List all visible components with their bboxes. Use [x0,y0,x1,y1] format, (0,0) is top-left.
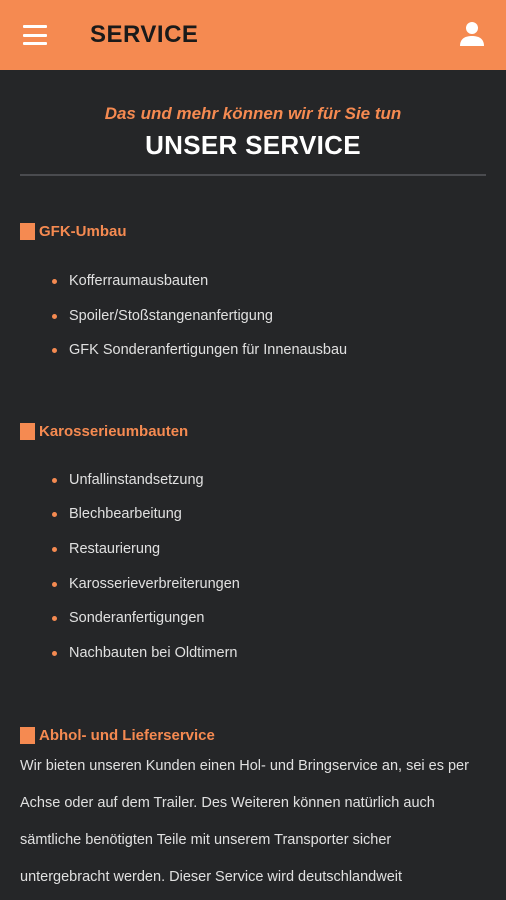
square-bullet-icon [20,223,35,240]
section-heading-label: Karosserieumbauten [39,422,189,440]
description-line: sämtliche benötigten Teile mit unserem T… [20,832,392,849]
page-title: UNSER SERVICE [145,130,361,160]
section-heading: GFK-Umbau [20,223,486,240]
square-bullet-icon [20,727,35,745]
list-item: Sonderanfertigungen [52,608,486,643]
user-icon[interactable] [458,20,486,48]
list-item: Karosserieverbreiterungen [52,574,486,609]
service-description: Wir bieten unseren Kunden einen Hol- und… [0,748,506,896]
section-gfk-umbau: GFK-Umbau Kofferraumausbauten Spoiler/St… [0,223,506,375]
square-bullet-icon [20,422,35,440]
section-abhol-lieferservice: Abhol- und Lieferservice Wir bieten unse… [0,727,506,896]
app-bar: SERVICE [0,0,506,70]
description-line: Wir bieten unseren Kunden einen Hol- und… [20,758,469,775]
hamburger-menu-icon[interactable] [18,22,52,48]
section-heading: Karosserieumbauten [20,422,486,440]
hero-subtitle: Das und mehr können wir für Sie tun [104,104,402,123]
list-item: Kofferraumausbauten [52,271,486,306]
section-heading: Abhol- und Lieferservice [0,727,506,745]
list-item: Restaurierung [52,539,486,574]
service-content: Das und mehr können wir für Sie tun UNSE… [0,70,506,896]
list-item: Unfallinstandsetzung [52,470,486,505]
service-list: Unfallinstandsetzung Blechbearbeitung Re… [20,470,486,678]
description-line: untergebracht werden. Dieser Service wir… [20,869,403,886]
list-item: GFK Sonderanfertigungen für Innenausbau [52,340,486,375]
section-karosserieumbauten: Karosserieumbauten Unfallinstandsetzung … [0,422,506,678]
description-line: Achse oder auf dem Trailer. Des Weiteren… [20,795,435,812]
section-heading-label: GFK-Umbau [39,223,127,240]
section-heading-label: Abhol- und Lieferservice [39,727,215,745]
list-item: Spoiler/Stoßstangenanfertigung [52,306,486,341]
app-title: SERVICE [90,21,199,48]
list-item: Nachbauten bei Oldtimern [52,643,486,678]
hero: Das und mehr können wir für Sie tun UNSE… [0,70,506,161]
service-list: Kofferraumausbauten Spoiler/Stoßstangena… [20,271,486,375]
divider [20,174,486,176]
list-item: Blechbearbeitung [52,504,486,539]
